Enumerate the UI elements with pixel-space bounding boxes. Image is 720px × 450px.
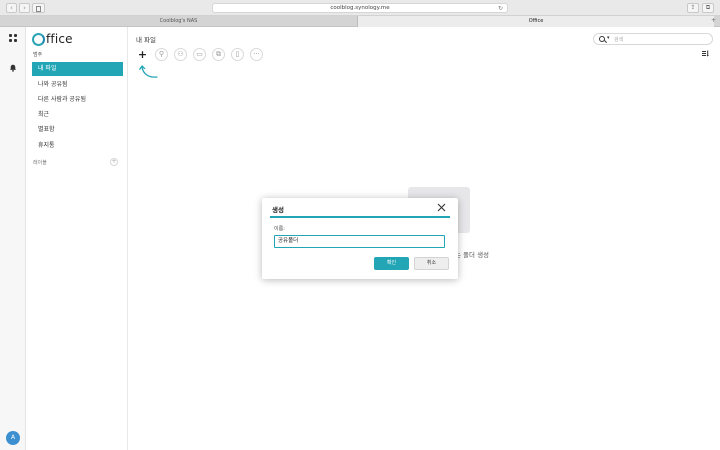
share-button[interactable]: ⇪ [687,3,699,13]
office-logo: ffice [32,32,73,46]
ok-button[interactable]: 확인 [374,257,409,270]
sidebar: ffice 범주 내 파일 나와 공유됨 다른 사람과 공유됨 최근 별표함 휴… [26,27,128,450]
arrow-hint-icon [139,65,158,78]
new-tab-button[interactable]: + [711,16,716,26]
sort-view-icon[interactable] [702,50,709,57]
tab-bar: Coolblog's NAS Office + [0,16,720,27]
search-input[interactable]: 검색 [614,36,623,43]
notification-bell-icon[interactable] [9,64,17,72]
address-bar[interactable]: coolblog.synology.me ↻ [212,3,508,13]
dialog-divider [270,216,450,218]
move-folder-icon[interactable]: ▭ [193,48,206,61]
search-icon [599,36,605,42]
sidebar-item-recent[interactable]: 최근 [32,108,123,122]
sidebar-toggle-button[interactable] [32,3,45,13]
more-options-button[interactable]: ··· [250,48,263,61]
cancel-button[interactable]: 취소 [414,257,449,270]
delete-icon[interactable]: ▯ [231,48,244,61]
chevron-down-icon[interactable]: ▾ [607,35,610,41]
sidebar-item-trash[interactable]: 휴지통 [32,139,123,153]
share-user-icon[interactable]: ⚇ [174,48,187,61]
address-bar-url: coolblog.synology.me [330,5,390,11]
sidebar-item-shared-with-others[interactable]: 다른 사람과 공유됨 [32,93,123,107]
office-logo-mark [32,32,45,46]
browser-actions: ⇪ ⧉ [687,3,714,13]
apps-grid-icon[interactable] [9,34,17,42]
folder-name-input[interactable]: 공유폴더 [274,235,445,248]
tab-office[interactable]: Office [358,16,714,27]
copy-icon[interactable]: ⧉ [212,48,225,61]
history-buttons: ‹ › [6,3,30,13]
create-folder-dialog: 생성 이름: 공유폴더 확인 취소 [262,198,458,279]
user-avatar[interactable]: A [6,431,20,445]
app-rail: A [0,27,26,450]
browser-window: ‹ › coolblog.synology.me ↻ ⇪ ⧉ Coolblog'… [0,0,720,450]
office-logo-text: ffice [46,32,73,46]
add-label-button[interactable]: + [110,158,118,166]
sidebar-item-shared-with-me[interactable]: 나와 공유됨 [32,78,123,92]
forward-button[interactable]: › [19,3,30,13]
tab-nas[interactable]: Coolblog's NAS [0,16,358,27]
category-heading: 범주 [33,52,43,58]
sidebar-item-starred[interactable]: 별표함 [32,123,123,137]
name-label: 이름: [274,226,285,232]
browser-toolbar: ‹ › coolblog.synology.me ↻ ⇪ ⧉ [0,0,720,16]
create-button[interactable]: + [136,48,149,61]
breadcrumb: 내 파일 [136,36,157,44]
reload-icon[interactable]: ↻ [498,4,503,13]
search-box[interactable]: ▾ 검색 [593,33,713,45]
file-toolbar: + ⚲ ⚇ ▭ ⧉ ▯ ··· [136,48,263,61]
sidebar-item-my-files[interactable]: 내 파일 [32,62,123,76]
empty-state-text: 는 폴더 생성 [455,251,490,259]
close-icon[interactable] [437,203,446,212]
tabs-overview-button[interactable]: ⧉ [702,3,714,13]
back-button[interactable]: ‹ [6,3,17,13]
dialog-title: 생성 [272,206,284,214]
labels-heading: 레이블 [33,160,47,166]
link-icon[interactable]: ⚲ [155,48,168,61]
